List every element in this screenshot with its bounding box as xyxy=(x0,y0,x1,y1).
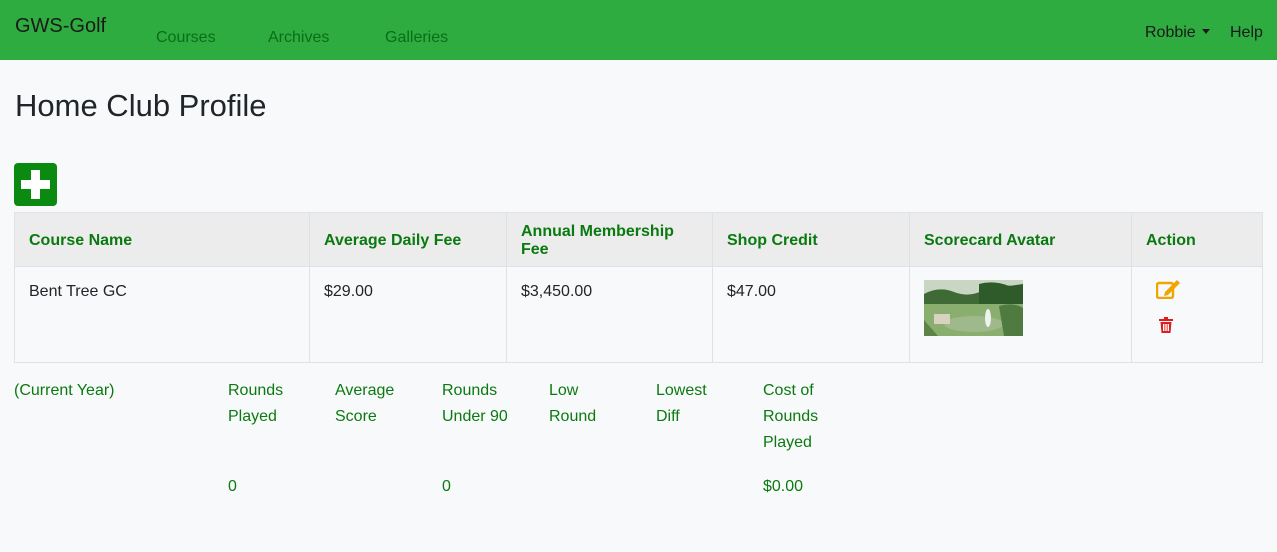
edit-icon[interactable] xyxy=(1156,279,1180,299)
help-link[interactable]: Help xyxy=(1230,24,1263,42)
cell-shop-credit: $47.00 xyxy=(712,266,910,363)
header-action: Action xyxy=(1131,212,1263,267)
cell-actions xyxy=(1131,266,1263,363)
user-menu[interactable]: Robbie xyxy=(1145,24,1210,42)
nav-link-galleries[interactable]: Galleries xyxy=(385,29,448,47)
stat-value-rounds-played: 0 xyxy=(228,478,237,495)
caret-down-icon xyxy=(1201,29,1210,34)
trash-icon[interactable] xyxy=(1159,317,1173,333)
header-course-name: Course Name xyxy=(14,212,310,267)
cell-course-name: Bent Tree GC xyxy=(14,266,310,363)
nav-link-courses[interactable]: Courses xyxy=(156,29,216,47)
table-row: Bent Tree GC $29.00 $3,450.00 $47.00 xyxy=(14,266,1263,363)
add-club-button[interactable] xyxy=(14,163,57,206)
stats-period: (Current Year) xyxy=(14,382,115,399)
cell-scorecard-avatar xyxy=(909,266,1132,363)
stat-label-cost-of-rounds: Cost of Rounds Played xyxy=(763,382,819,451)
stat-value-rounds-under-90: 0 xyxy=(442,478,451,495)
navbar: GWS-Golf Courses Archives Galleries Robb… xyxy=(0,0,1277,60)
stat-label-rounds-under-90: Rounds Under 90 xyxy=(442,382,508,425)
plus-icon xyxy=(21,170,50,199)
table-header-row: Course Name Average Daily Fee Annual Mem… xyxy=(14,212,1263,267)
brand-link[interactable]: GWS-Golf xyxy=(15,15,106,38)
header-annual-membership-fee: Annual Membership Fee xyxy=(506,212,713,267)
golf-course-image xyxy=(924,280,1023,336)
header-shop-credit: Shop Credit xyxy=(712,212,910,267)
cell-membership-fee: $3,450.00 xyxy=(506,266,713,363)
stat-label-low-round: Low Round xyxy=(549,382,597,425)
header-scorecard-avatar: Scorecard Avatar xyxy=(909,212,1132,267)
cell-daily-fee: $29.00 xyxy=(309,266,507,363)
header-average-daily-fee: Average Daily Fee xyxy=(309,212,507,267)
stat-label-rounds-played: Rounds Played xyxy=(228,382,284,425)
stat-label-lowest-diff: Lowest Diff xyxy=(656,382,707,425)
nav-link-archives[interactable]: Archives xyxy=(268,29,329,47)
user-name: Robbie xyxy=(1145,24,1196,41)
page-title: Home Club Profile xyxy=(15,88,267,123)
stat-value-cost-of-rounds: $0.00 xyxy=(763,478,804,495)
home-club-table: Course Name Average Daily Fee Annual Mem… xyxy=(14,212,1263,363)
stat-label-average-score: Average Score xyxy=(335,382,395,425)
